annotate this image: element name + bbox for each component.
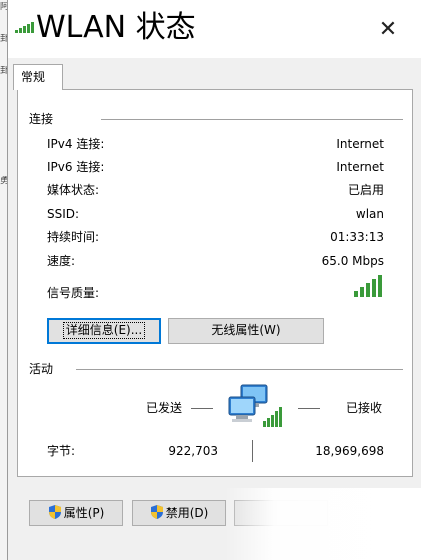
- signal-quality-label: 信号质量:: [47, 286, 100, 300]
- activity-group-divider: [76, 369, 403, 370]
- background-text-fragment: 卦: [0, 66, 7, 76]
- general-tab-panel: 连接 IPv4 连接: Internet IPv6 连接: Internet 媒…: [17, 89, 413, 477]
- bytes-sent-value: 922,703: [168, 444, 218, 458]
- bytes-received-value: 18,969,698: [315, 444, 384, 458]
- bytes-separator: [252, 440, 253, 462]
- ipv4-value: Internet: [336, 137, 384, 151]
- uac-shield-icon: [48, 505, 61, 519]
- connection-group-label: 连接: [29, 111, 54, 127]
- activity-group-label: 活动: [29, 361, 54, 377]
- wireless-properties-button[interactable]: 无线属性(W): [168, 318, 324, 344]
- tab-label: 常规: [21, 70, 46, 84]
- bytes-label: 字节:: [47, 444, 76, 458]
- background-text-fragment: 阿: [0, 2, 7, 12]
- ssid-label: SSID:: [47, 207, 80, 221]
- ipv4-label: IPv4 连接:: [47, 137, 105, 151]
- ssid-value: wlan: [355, 207, 384, 221]
- disable-button-label: 禁用(D): [165, 506, 209, 520]
- media-state-value: 已启用: [347, 183, 384, 197]
- received-label: 已接收: [346, 401, 383, 415]
- network-computers-icon: [228, 384, 282, 427]
- background-window-edge: 阿 卦 卦 勇: [0, 0, 7, 560]
- background-text-fragment: 勇: [0, 176, 7, 186]
- ipv6-value: Internet: [336, 160, 384, 174]
- window-title: WLAN 状态: [36, 10, 196, 45]
- media-state-label: 媒体状态:: [47, 183, 100, 197]
- wlan-signal-icon: [15, 22, 34, 33]
- received-connector-line: [298, 408, 320, 409]
- ipv4-connectivity-row: IPv4 连接: Internet: [47, 136, 384, 152]
- wireless-properties-label: 无线属性(W): [211, 323, 281, 337]
- close-icon: ✕: [378, 17, 398, 42]
- ipv6-connectivity-row: IPv6 连接: Internet: [47, 159, 384, 175]
- speed-label: 速度:: [47, 254, 76, 268]
- sent-connector-line: [191, 408, 213, 409]
- details-button-label: 详细信息(E)...: [62, 322, 146, 339]
- ssid-row: SSID: wlan: [47, 206, 384, 222]
- uac-shield-icon: [150, 505, 163, 519]
- watermark-glow-overlay: [225, 488, 421, 560]
- properties-button-label: 属性(P): [63, 506, 105, 520]
- disable-button[interactable]: 禁用(D): [132, 500, 226, 526]
- tab-general[interactable]: 常规: [13, 64, 63, 90]
- properties-button[interactable]: 属性(P): [29, 500, 123, 526]
- media-state-row: 媒体状态: 已启用: [47, 182, 384, 198]
- duration-label: 持续时间:: [47, 230, 100, 244]
- sent-label: 已发送: [146, 401, 183, 415]
- wlan-status-window: WLAN 状态 ✕ 常规 连接 IPv4 连接: Internet IPv6 连…: [7, 0, 421, 560]
- details-button[interactable]: 详细信息(E)...: [47, 318, 161, 344]
- ipv6-label: IPv6 连接:: [47, 160, 105, 174]
- speed-value: 65.0 Mbps: [321, 254, 384, 268]
- signal-quality-row: 信号质量:: [47, 285, 384, 301]
- speed-row: 速度: 65.0 Mbps: [47, 253, 384, 269]
- close-button[interactable]: ✕: [368, 12, 408, 48]
- duration-row: 持续时间: 01:33:13: [47, 229, 384, 245]
- duration-value: 01:33:13: [330, 230, 384, 244]
- background-text-fragment: 卦: [0, 34, 7, 44]
- title-bar[interactable]: WLAN 状态 ✕: [8, 0, 421, 58]
- connection-group-divider: [101, 119, 403, 120]
- signal-bars-icon: [354, 275, 382, 297]
